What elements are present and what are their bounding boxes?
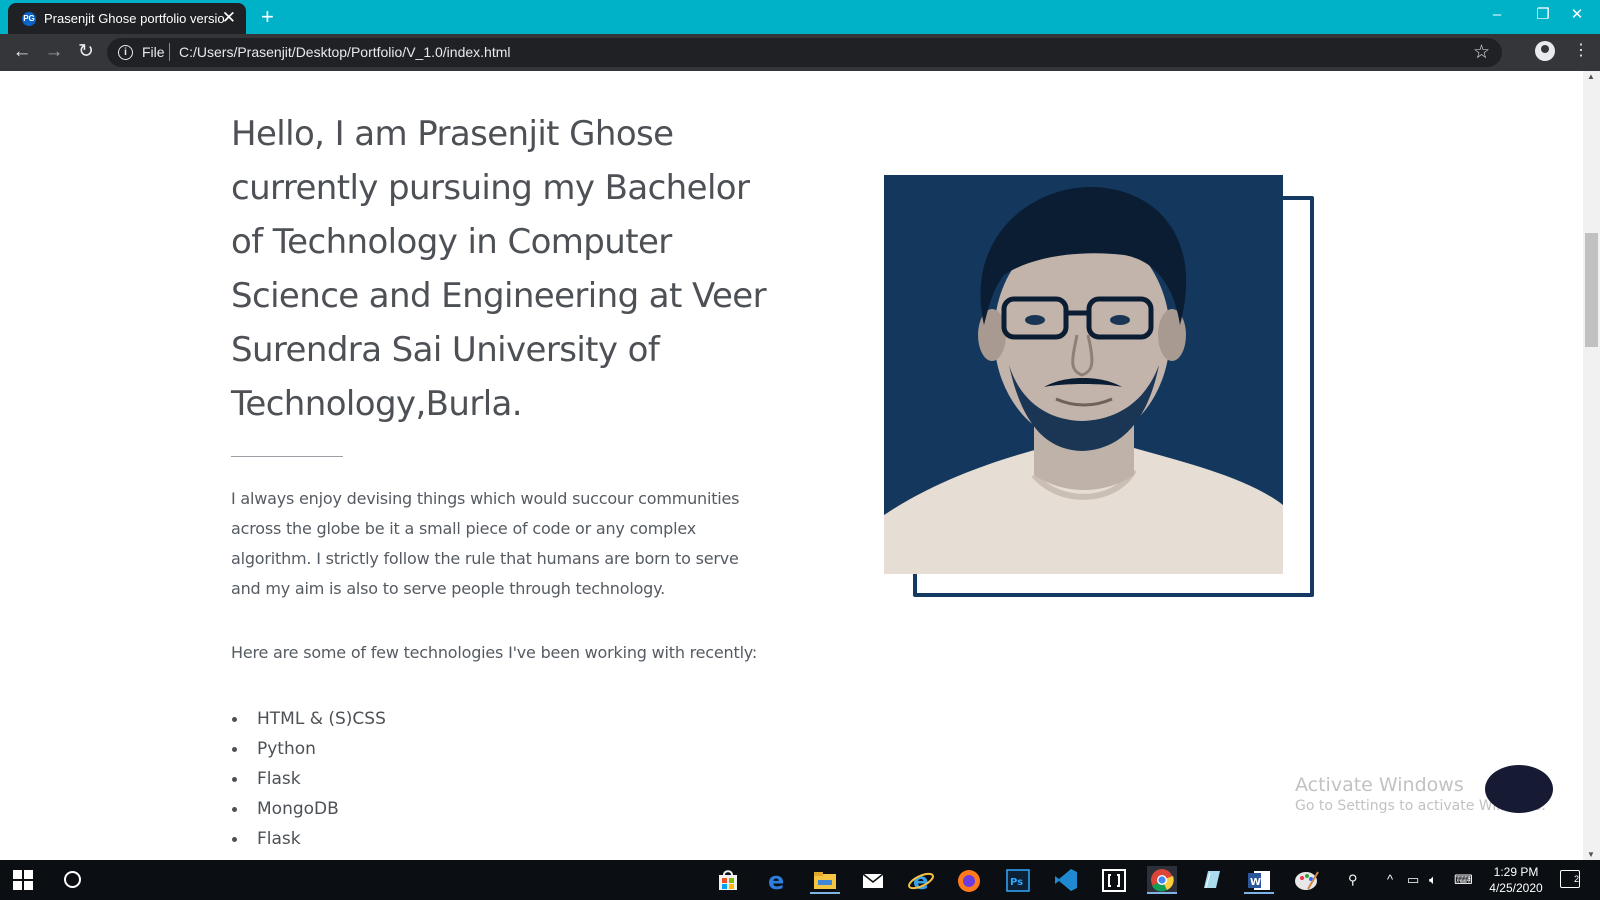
list-item: Python xyxy=(231,734,386,764)
scroll-down-icon[interactable]: ▼ xyxy=(1587,850,1595,859)
edge-icon[interactable]: e xyxy=(762,866,792,895)
scrollbar-thumb[interactable] xyxy=(1585,233,1598,347)
paint-icon[interactable] xyxy=(1292,866,1322,894)
file-explorer-icon[interactable] xyxy=(810,866,840,894)
svg-text:e: e xyxy=(768,867,784,894)
clock-time: 1:29 PM xyxy=(1493,865,1539,879)
tech-intro: Here are some of few technologies I've b… xyxy=(231,643,758,662)
word-icon[interactable]: W xyxy=(1244,866,1274,894)
chrome-icon[interactable] xyxy=(1147,866,1177,894)
page-scrollbar[interactable]: ▲ ▼ xyxy=(1583,71,1600,860)
forward-icon[interactable]: → xyxy=(42,40,66,64)
url-text[interactable]: C:/Users/Prasenjit/Desktop/Portfolio/V_1… xyxy=(179,44,510,60)
omnibox-separator xyxy=(169,43,170,61)
internet-explorer-icon[interactable]: e xyxy=(906,866,936,895)
reload-icon[interactable]: ↻ xyxy=(74,40,98,64)
address-bar[interactable]: i File C:/Users/Prasenjit/Desktop/Portfo… xyxy=(107,38,1502,67)
list-item: Flask xyxy=(231,824,386,854)
scheme-label: File xyxy=(142,44,165,60)
active-indicator xyxy=(1244,892,1274,894)
windows-taskbar: e e Ps W ⚲ ^ ▭ 🔈︎ ⌨ 1:29 PM 4/25/2020 2 xyxy=(0,860,1600,900)
volume-icon[interactable]: 🔈︎ xyxy=(1429,872,1437,888)
chat-button[interactable] xyxy=(1485,765,1553,813)
star-icon[interactable]: ☆ xyxy=(1473,41,1490,64)
people-icon[interactable]: ⚲ xyxy=(1348,872,1358,888)
active-indicator xyxy=(810,892,840,894)
firefox-icon[interactable] xyxy=(954,866,984,894)
divider xyxy=(231,456,343,457)
tab-close-icon[interactable]: ✕ xyxy=(222,8,236,28)
new-tab-icon[interactable]: + xyxy=(261,4,274,30)
profile-photo xyxy=(884,175,1283,574)
keyboard-icon[interactable]: ⌨ xyxy=(1454,872,1473,888)
scroll-up-icon[interactable]: ▲ xyxy=(1587,72,1595,81)
minimize-icon[interactable]: – xyxy=(1474,3,1520,27)
notepad-icon[interactable] xyxy=(1196,866,1226,894)
favicon-icon: PG xyxy=(22,12,36,26)
mail-icon[interactable] xyxy=(858,866,888,894)
list-item: MongoDB xyxy=(231,794,386,824)
list-item: HTML & (S)CSS xyxy=(231,704,386,734)
browser-toolbar: ← → ↻ i File C:/Users/Prasenjit/Desktop/… xyxy=(0,34,1600,71)
chevron-up-icon[interactable]: ^ xyxy=(1387,872,1393,887)
network-icon[interactable]: ▭ xyxy=(1407,872,1419,888)
store-icon[interactable] xyxy=(713,866,743,894)
clock-date: 4/25/2020 xyxy=(1489,881,1543,895)
cortana-search-icon[interactable] xyxy=(64,871,81,888)
active-indicator xyxy=(1147,892,1177,894)
windows-start-icon[interactable] xyxy=(13,870,33,890)
back-icon[interactable]: ← xyxy=(10,40,34,64)
photoshop-icon[interactable]: Ps xyxy=(1003,866,1033,894)
portrait-illustration xyxy=(884,186,1283,574)
notification-center-icon[interactable]: 2 xyxy=(1560,870,1580,888)
profile-icon[interactable] xyxy=(1535,41,1555,61)
brackets-icon[interactable] xyxy=(1099,866,1129,894)
menu-icon[interactable]: ⋮ xyxy=(1573,42,1589,60)
svg-text:W: W xyxy=(1250,877,1261,888)
hero-heading: Hello, I am Prasenjit Ghose currently pu… xyxy=(231,114,767,424)
list-item: Flask xyxy=(231,764,386,794)
bio-paragraph: I always enjoy devising things which wou… xyxy=(231,489,740,598)
tech-list: HTML & (S)CSS Python Flask MongoDB Flask xyxy=(231,704,386,854)
close-icon[interactable]: ✕ xyxy=(1554,3,1600,27)
tab-title: Prasenjit Ghose portfolio version xyxy=(44,11,224,26)
svg-text:Ps: Ps xyxy=(1010,877,1023,888)
svg-text:e: e xyxy=(913,869,929,894)
taskbar-clock[interactable]: 1:29 PM 4/25/2020 xyxy=(1480,864,1552,896)
info-icon[interactable]: i xyxy=(118,45,133,60)
page-content: Hello, I am Prasenjit Ghose currently pu… xyxy=(0,71,1583,860)
vscode-icon[interactable] xyxy=(1051,866,1081,894)
browser-tab[interactable]: PG Prasenjit Ghose portfolio version ✕ xyxy=(8,3,246,34)
browser-title-bar: PG Prasenjit Ghose portfolio version ✕ +… xyxy=(0,0,1600,34)
